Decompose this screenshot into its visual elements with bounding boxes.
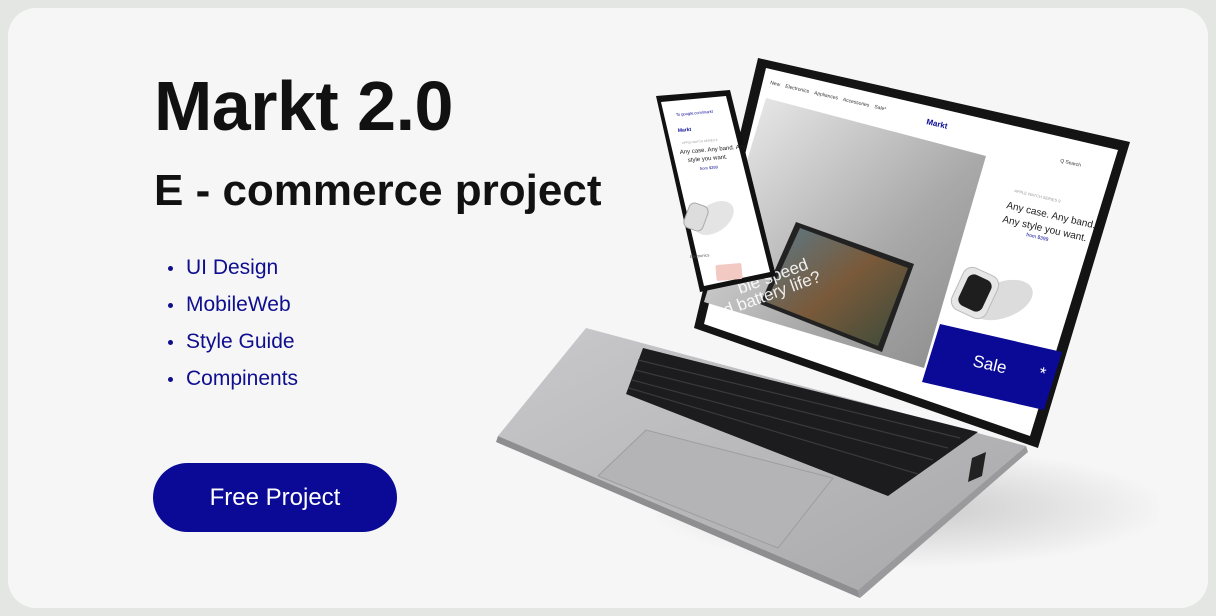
- phone-logo: Markt: [678, 127, 692, 134]
- feature-list: UI Design MobileWeb Style Guide Compinen…: [168, 253, 298, 401]
- free-project-button[interactable]: Free Project: [153, 463, 397, 532]
- promo-card: Markt 2.0 E - commerce project UI Design…: [8, 8, 1208, 608]
- feature-item-mobileweb: MobileWeb: [168, 290, 298, 327]
- feature-item-components: Compinents: [168, 364, 298, 401]
- feature-item-style-guide: Style Guide: [168, 327, 298, 364]
- feature-item-ui-design: UI Design: [168, 253, 298, 290]
- page-title: Markt 2.0: [154, 67, 453, 145]
- device-mockup-image: New Electronics Appliances Accessories S…: [496, 58, 1158, 598]
